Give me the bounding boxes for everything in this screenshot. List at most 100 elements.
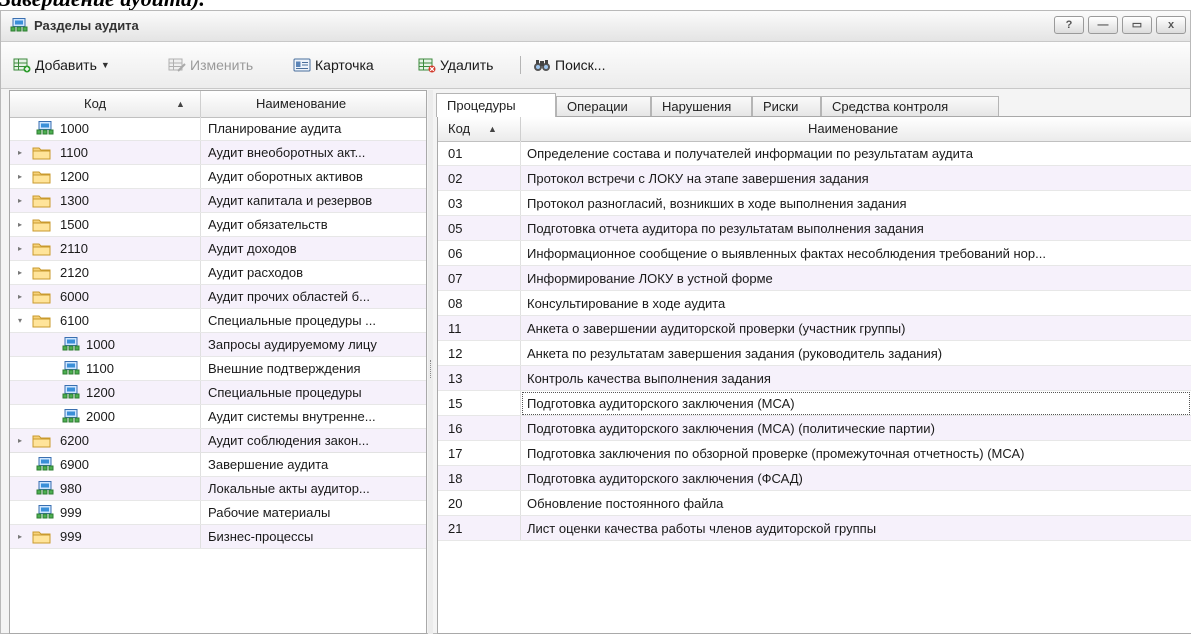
expand-icon[interactable]: ▸ (18, 213, 22, 237)
tree-row-code: 1500 (60, 217, 89, 232)
procedure-code: 11 (448, 321, 462, 336)
cell-divider (200, 381, 201, 404)
expand-icon[interactable]: ▸ (18, 165, 22, 189)
tree-row[interactable]: ▸ 999 Бизнес-процессы (10, 525, 426, 549)
sort-ascending-icon: ▲ (488, 124, 497, 134)
section-icon (36, 457, 54, 476)
tree-row-name: Аудит соблюдения закон... (208, 433, 369, 448)
procedures-header-name[interactable]: Наименование (808, 117, 898, 141)
card-button[interactable]: Карточка (293, 55, 374, 75)
expand-icon[interactable]: ▸ (18, 189, 22, 213)
folder-icon (32, 169, 52, 188)
procedure-code: 13 (448, 371, 463, 386)
tree-row[interactable]: ▸ 1200 Аудит оборотных активов (10, 165, 426, 189)
help-button[interactable]: ? (1054, 16, 1084, 34)
tree-row-code: 2000 (86, 409, 115, 424)
tree-row[interactable]: ▸ 6000 Аудит прочих областей б... (10, 285, 426, 309)
tree-row[interactable]: 1000 Планирование аудита (10, 117, 426, 141)
procedure-row[interactable]: 11 Анкета о завершении аудиторской провер… (438, 316, 1191, 341)
procedure-row[interactable]: 20 Обновление постоянного файла (438, 491, 1191, 516)
tree-row[interactable]: 6900 Завершение аудита (10, 452, 426, 478)
search-button-label: Поиск... (555, 57, 606, 73)
collapse-icon[interactable]: ▾ (18, 309, 22, 333)
tree-row-name: Рабочие материалы (208, 505, 331, 520)
expand-icon[interactable]: ▸ (18, 141, 22, 165)
delete-button[interactable]: Удалить (418, 55, 493, 75)
tree-row[interactable]: 999 Рабочие материалы (10, 501, 426, 525)
tree-header-code[interactable]: Код (84, 91, 106, 117)
pane-splitter[interactable] (428, 90, 433, 634)
tree-row[interactable]: 980 Локальные акты аудитор... (10, 477, 426, 501)
procedures-header: Код ▲ Наименование (438, 117, 1191, 142)
procedure-row[interactable]: 17 Подготовка заключения по обзорной пров… (438, 441, 1191, 466)
cell-divider (200, 429, 201, 452)
tab-operations[interactable]: Операции (556, 96, 651, 116)
procedure-row[interactable]: 07 Информирование ЛОКУ в устной форме (438, 266, 1191, 291)
procedure-row[interactable]: 18 Подготовка аудиторского заключения (ФС… (438, 466, 1191, 491)
tree-row[interactable]: 1200 Специальные процедуры (10, 381, 426, 405)
procedure-row[interactable]: 21 Лист оценки качества работы членов ауд… (438, 516, 1191, 541)
tree-row[interactable]: ▾ 6100 Специальные процедуры ... (10, 309, 426, 333)
cell-divider (200, 165, 201, 188)
toolbar-separator (520, 56, 521, 74)
folder-icon (32, 313, 52, 332)
tree-row[interactable]: ▸ 1100 Аудит внеоборотных акт... (10, 141, 426, 165)
folder-icon (32, 529, 52, 548)
procedure-row[interactable]: 13 Контроль качества выполнения задания (438, 366, 1191, 391)
tree-row[interactable]: 1000 Запросы аудируемому лицу (10, 333, 426, 357)
close-button[interactable]: x (1156, 16, 1186, 34)
expand-icon[interactable]: ▸ (18, 261, 22, 285)
tab-procedures[interactable]: Процедуры (436, 93, 556, 117)
procedure-row[interactable]: 06 Информационное сообщение о выявленных … (438, 241, 1191, 266)
close-icon: x (1167, 19, 1175, 31)
add-button[interactable]: Добавить ▼ (13, 55, 110, 75)
procedure-name: Анкета о завершении аудиторской проверки… (527, 321, 906, 336)
tree-row-name: Планирование аудита (208, 121, 342, 136)
search-button[interactable]: Поиск... (533, 55, 605, 75)
section-icon (62, 385, 80, 404)
procedure-row[interactable]: 16 Подготовка аудиторского заключения (МС… (438, 416, 1191, 441)
expand-icon[interactable]: ▸ (18, 429, 22, 453)
procedure-code: 02 (448, 171, 463, 186)
tree-row-code: 999 (60, 529, 82, 544)
section-icon (62, 361, 80, 380)
tree-row-code: 6200 (60, 433, 89, 448)
tree-row[interactable]: ▸ 1500 Аудит обязательств (10, 213, 426, 237)
procedure-code: 16 (448, 421, 463, 436)
procedure-row[interactable]: 02 Протокол встречи с ЛОКУ на этапе завер… (438, 166, 1191, 191)
tree-row[interactable]: ▸ 2110 Аудит доходов (10, 237, 426, 261)
tree-row[interactable]: ▸ 1300 Аудит капитала и резервов (10, 189, 426, 213)
procedure-row[interactable]: 03 Протокол разногласий, возникших в ходе… (438, 191, 1191, 216)
procedure-code: 06 (448, 246, 463, 261)
tree-header-name[interactable]: Наименование (256, 91, 346, 117)
folder-icon (32, 145, 52, 164)
procedure-row[interactable]: 01 Определение состава и получателей инфо… (438, 141, 1191, 166)
tree-row[interactable]: 1100 Внешние подтверждения (10, 357, 426, 381)
expand-icon[interactable]: ▸ (18, 525, 22, 549)
procedure-code: 05 (448, 221, 463, 236)
splitter-grip (430, 360, 432, 378)
procedure-row[interactable]: 15 Подготовка аудиторского заключения (МС… (438, 391, 1191, 416)
maximize-button[interactable]: ▭ (1122, 16, 1152, 34)
procedures-header-code[interactable]: Код (448, 117, 470, 141)
tab-risks[interactable]: Риски (752, 96, 821, 116)
tree-row[interactable]: 2000 Аудит системы внутренне... (10, 405, 426, 429)
procedure-row[interactable]: 08 Консультирование в ходе аудита (438, 291, 1191, 316)
tree-row-code: 2120 (60, 265, 89, 280)
procedure-row[interactable]: 12 Анкета по результатам завершения задан… (438, 341, 1191, 366)
expand-icon[interactable]: ▸ (18, 237, 22, 261)
tree-row[interactable]: ▸ 2120 Аудит расходов (10, 261, 426, 285)
section-icon (62, 337, 80, 356)
tree-row-code: 1000 (60, 121, 89, 136)
tab-violations[interactable]: Нарушения (651, 96, 752, 116)
tree-row-name: Аудит расходов (208, 265, 303, 280)
tab-controls[interactable]: Средства контроля (821, 96, 999, 116)
tree-row-name: Аудит прочих областей б... (208, 289, 370, 304)
procedure-row[interactable]: 05 Подготовка отчета аудитора по результа… (438, 216, 1191, 241)
tree-row[interactable]: ▸ 6200 Аудит соблюдения закон... (10, 429, 426, 453)
expand-icon[interactable]: ▸ (18, 285, 22, 309)
minimize-button[interactable]: — (1088, 16, 1118, 34)
edit-button[interactable]: Изменить (168, 55, 253, 75)
procedure-name: Информирование ЛОКУ в устной форме (527, 271, 773, 286)
procedures-grid: Код ▲ Наименование 01 Определение состава… (437, 116, 1191, 634)
